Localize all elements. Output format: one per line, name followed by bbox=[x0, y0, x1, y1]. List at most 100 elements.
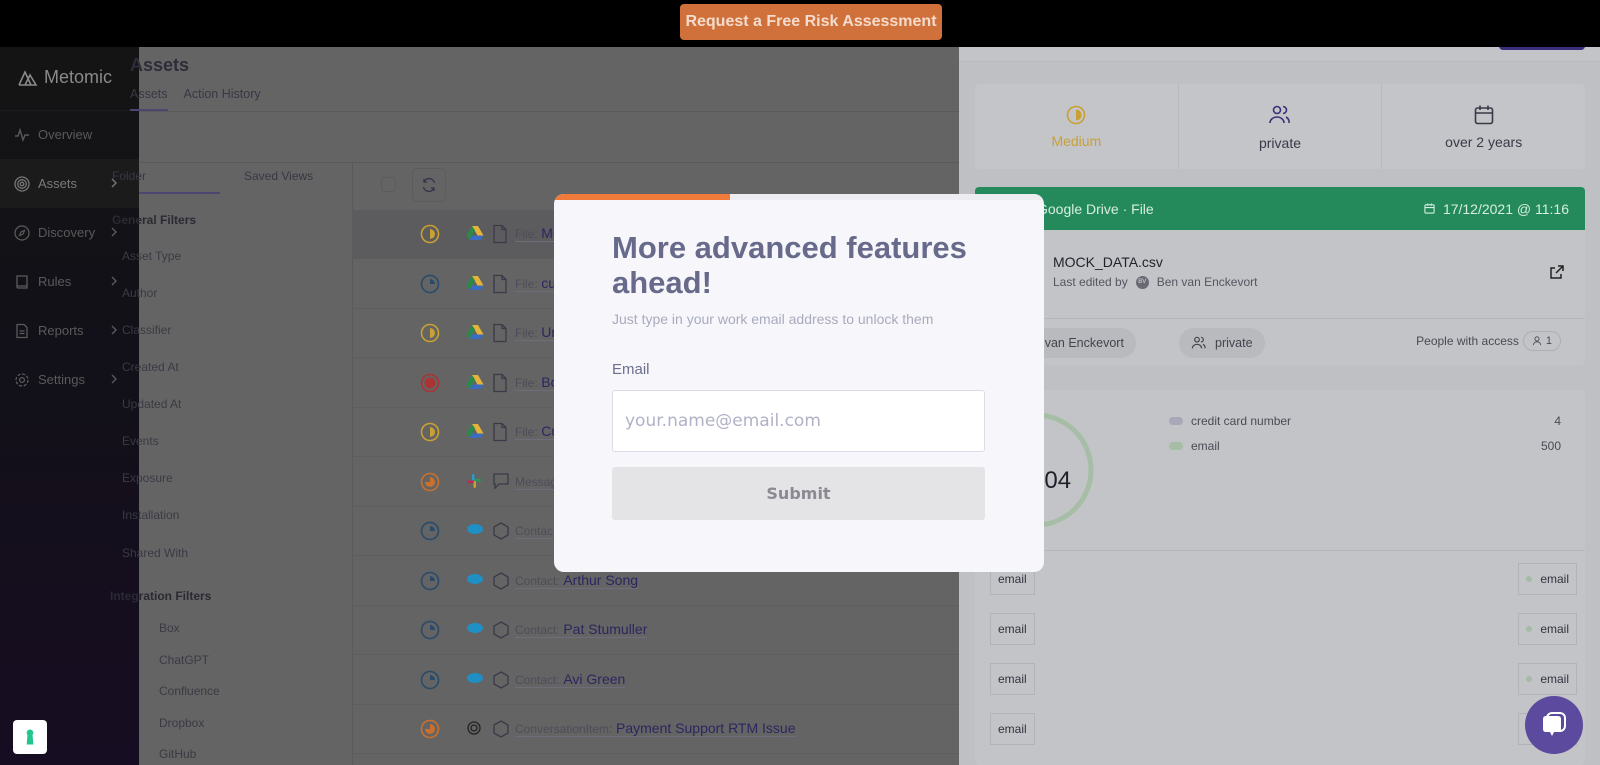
page-title: Assets bbox=[130, 55, 190, 75]
sidebar-item-label: Rules bbox=[38, 274, 72, 289]
submit-button[interactable]: Submit bbox=[612, 467, 985, 520]
tab-action-history[interactable]: Action History bbox=[184, 87, 261, 111]
book-icon bbox=[14, 274, 30, 290]
filter-exposure[interactable]: Exposure bbox=[122, 471, 173, 485]
promo-banner: Request a Free Risk Assessment bbox=[0, 0, 1600, 47]
brand-logo[interactable]: Metomic bbox=[18, 67, 112, 88]
filter-confluence[interactable]: Confluence bbox=[159, 684, 220, 698]
cookie-settings-button[interactable] bbox=[13, 720, 47, 754]
sidebar-item-reports[interactable]: Reports bbox=[0, 306, 139, 355]
sidebar-item-settings[interactable]: Settings bbox=[0, 355, 139, 404]
risk-high-icon bbox=[420, 472, 440, 492]
age-stat: over 2 years bbox=[1382, 84, 1585, 169]
tab-folder[interactable]: Folder bbox=[112, 169, 146, 183]
filter-github[interactable]: GitHub bbox=[159, 747, 196, 761]
sidebar-item-rules[interactable]: Rules bbox=[0, 257, 139, 306]
page-tabs: Assets Action History bbox=[130, 87, 261, 111]
asset-date-text: 17/12/2021 @ 11:16 bbox=[1442, 200, 1569, 217]
classifier-tag: email bbox=[1518, 663, 1577, 695]
email-input[interactable] bbox=[612, 390, 985, 452]
age-label: over 2 years bbox=[1445, 133, 1523, 150]
google-drive-icon bbox=[466, 275, 484, 293]
filter-updated-at[interactable]: Updated At bbox=[122, 397, 181, 411]
risk-medium-icon bbox=[420, 422, 440, 442]
table-row[interactable]: Contact: Pat Stumuller bbox=[352, 606, 960, 655]
filter-author[interactable]: Author bbox=[122, 286, 157, 300]
chat-icon bbox=[1543, 712, 1566, 736]
asset-link[interactable]: Contact: Pat Stumuller bbox=[515, 621, 648, 638]
salesforce-icon bbox=[466, 671, 484, 689]
filter-chatgpt[interactable]: ChatGPT bbox=[159, 653, 209, 667]
email-label: Email bbox=[612, 361, 650, 378]
google-drive-icon bbox=[466, 374, 484, 392]
asset-link[interactable]: File: Bo bbox=[515, 374, 559, 391]
risk-low-icon bbox=[420, 521, 440, 541]
compass-icon bbox=[14, 224, 30, 241]
filter-classifier[interactable]: Classifier bbox=[122, 323, 171, 337]
asset-link[interactable]: Messag bbox=[515, 473, 558, 490]
legend-swatch bbox=[1169, 442, 1183, 450]
calendar-icon bbox=[1474, 105, 1493, 124]
risk-low-icon bbox=[420, 571, 440, 591]
filter-box[interactable]: Box bbox=[159, 621, 180, 635]
asset-link[interactable]: Contact: Arthur Song bbox=[515, 572, 639, 589]
sidebar-item-label: Reports bbox=[38, 323, 84, 338]
asset-link[interactable]: File: cu bbox=[515, 275, 557, 292]
filter-asset-type[interactable]: Asset Type bbox=[122, 249, 181, 263]
salesforce-icon bbox=[466, 522, 484, 540]
table-row[interactable]: Contact: Avi Green bbox=[352, 656, 960, 705]
asset-link[interactable]: File: Ur bbox=[515, 324, 557, 341]
contact-icon bbox=[492, 571, 510, 591]
filter-dropbox[interactable]: Dropbox bbox=[159, 716, 204, 730]
legend-count: 500 bbox=[1540, 439, 1561, 453]
detail-action-button[interactable] bbox=[1499, 47, 1585, 50]
divider bbox=[975, 550, 1585, 551]
asset-link[interactable]: Contact: Avi Green bbox=[515, 671, 626, 688]
asset-link[interactable]: ConversationItem: Payment Support RTM Is… bbox=[515, 720, 796, 737]
sidebar-item-overview[interactable]: Overview bbox=[0, 110, 139, 159]
asset-kind: File: bbox=[515, 375, 538, 390]
risk-high-icon bbox=[420, 719, 440, 739]
document-icon bbox=[14, 323, 30, 339]
asset-stats: Medium private over 2 years bbox=[975, 84, 1585, 169]
visibility-chip[interactable]: private bbox=[1179, 328, 1265, 358]
asset-link[interactable]: Contac bbox=[515, 522, 554, 539]
external-link-icon[interactable] bbox=[1549, 264, 1565, 280]
filter-installation[interactable]: Installation bbox=[122, 508, 179, 522]
asset-source: Google Drive · File bbox=[1037, 200, 1154, 217]
asset-kind: File: bbox=[515, 326, 538, 340]
request-risk-assessment-button[interactable]: Request a Free Risk Assessment bbox=[680, 4, 942, 40]
risk-critical-icon bbox=[420, 373, 440, 393]
status-dot bbox=[1526, 676, 1533, 682]
filter-created-at[interactable]: Created At bbox=[122, 360, 179, 374]
google-drive-icon bbox=[466, 324, 484, 342]
table-row[interactable]: ConversationItem: Payment Support RTM Is… bbox=[352, 705, 960, 754]
filter-shared-with[interactable]: Shared With bbox=[122, 546, 188, 560]
people-access-badge[interactable]: 1 bbox=[1522, 331, 1561, 351]
tab-assets[interactable]: Assets bbox=[130, 87, 168, 111]
refresh-button[interactable] bbox=[412, 168, 446, 202]
asset-card-header: Google Drive · File 17/12/2021 @ 11:16 bbox=[975, 187, 1585, 230]
gear-icon bbox=[14, 372, 30, 388]
asset-link[interactable]: File: Cu bbox=[515, 423, 560, 440]
asset-kind: ConversationItem: bbox=[515, 722, 613, 736]
sidebar-item-assets[interactable]: Assets bbox=[0, 159, 139, 208]
modal-progress-fill bbox=[554, 194, 731, 200]
divider bbox=[139, 162, 959, 163]
sidebar-item-label: Discovery bbox=[38, 225, 96, 240]
active-tab-indicator bbox=[139, 192, 220, 194]
users-icon bbox=[1269, 105, 1290, 123]
filter-events[interactable]: Events bbox=[122, 434, 159, 448]
file-icon bbox=[492, 422, 510, 442]
chat-support-button[interactable] bbox=[1525, 696, 1583, 754]
tab-saved-views[interactable]: Saved Views bbox=[244, 169, 313, 183]
asset-kind: File: bbox=[515, 276, 538, 291]
legend-label: email bbox=[1191, 439, 1220, 453]
asset-detail-panel: Medium private over 2 years Google Drive… bbox=[959, 47, 1600, 765]
finding-tag: email bbox=[990, 713, 1035, 745]
legend-count: 4 bbox=[1554, 414, 1561, 428]
visibility-label: private bbox=[1215, 336, 1253, 350]
file-icon bbox=[492, 274, 510, 294]
slack-icon bbox=[466, 473, 484, 491]
select-all-checkbox[interactable] bbox=[381, 177, 396, 192]
